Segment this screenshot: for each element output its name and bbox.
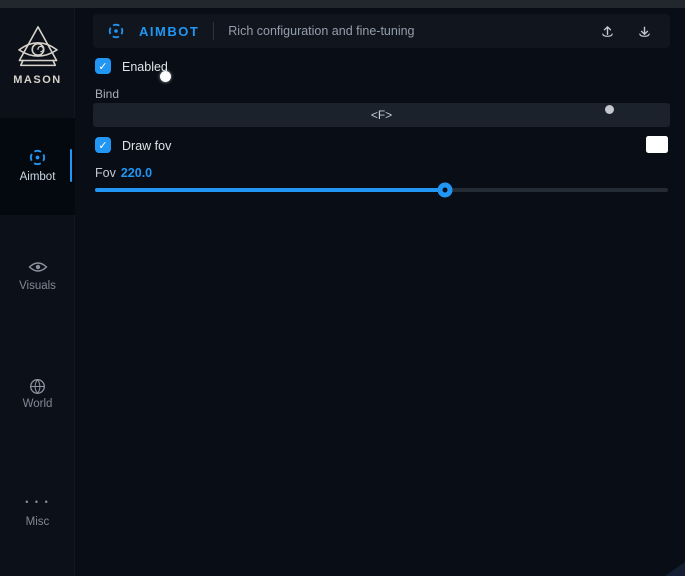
sidebar-item-label: Visuals	[0, 280, 75, 292]
bind-label: Bind	[95, 87, 119, 101]
sidebar-item-label: World	[0, 398, 75, 410]
brand-name: MASON	[0, 74, 75, 86]
enabled-checkbox[interactable]: ✓	[95, 58, 111, 74]
sidebar-item-aimbot[interactable]: Aimbot	[0, 118, 75, 215]
fov-slider-handle[interactable]	[437, 183, 452, 198]
check-icon: ✓	[98, 139, 107, 152]
section-header: AIMBOT Rich configuration and fine-tunin…	[93, 14, 670, 48]
fov-label: Fov	[95, 166, 116, 180]
export-config-button[interactable]	[596, 20, 619, 43]
fov-slider[interactable]	[95, 188, 668, 192]
draw-fov-label: Draw fov	[122, 139, 171, 153]
globe-icon	[0, 378, 75, 395]
crosshair-icon	[107, 22, 125, 40]
fov-color-swatch[interactable]	[646, 136, 668, 153]
sidebar: MASON Aimbot Visuals	[0, 8, 75, 576]
top-strip	[0, 0, 685, 8]
bind-key-value: <F>	[371, 108, 392, 122]
active-tab-indicator	[70, 149, 72, 182]
download-icon	[637, 24, 652, 39]
upload-icon	[600, 24, 615, 39]
crosshair-icon	[0, 148, 75, 167]
draw-fov-checkbox[interactable]: ✓	[95, 137, 111, 153]
corner-artifact	[665, 562, 685, 576]
check-icon: ✓	[98, 60, 107, 73]
fov-value: 220.0	[121, 166, 152, 180]
mason-eye-pyramid-logo	[0, 24, 75, 74]
gray-dot	[605, 105, 614, 114]
cursor-dot	[160, 71, 171, 82]
bind-key-input[interactable]: <F>	[93, 103, 670, 127]
mason-menu-window: MASON Aimbot Visuals	[0, 0, 685, 576]
import-config-button[interactable]	[633, 20, 656, 43]
fov-slider-fill	[95, 188, 445, 192]
sidebar-item-label: Misc	[0, 516, 75, 528]
ellipsis-icon: • • •	[0, 497, 75, 507]
section-subtitle: Rich configuration and fine-tuning	[228, 24, 414, 38]
eye-icon	[0, 260, 75, 274]
section-title: AIMBOT	[139, 24, 199, 39]
header-divider	[213, 22, 214, 40]
fov-value-row: Fov 220.0	[95, 166, 152, 180]
sidebar-item-label: Aimbot	[0, 171, 75, 183]
